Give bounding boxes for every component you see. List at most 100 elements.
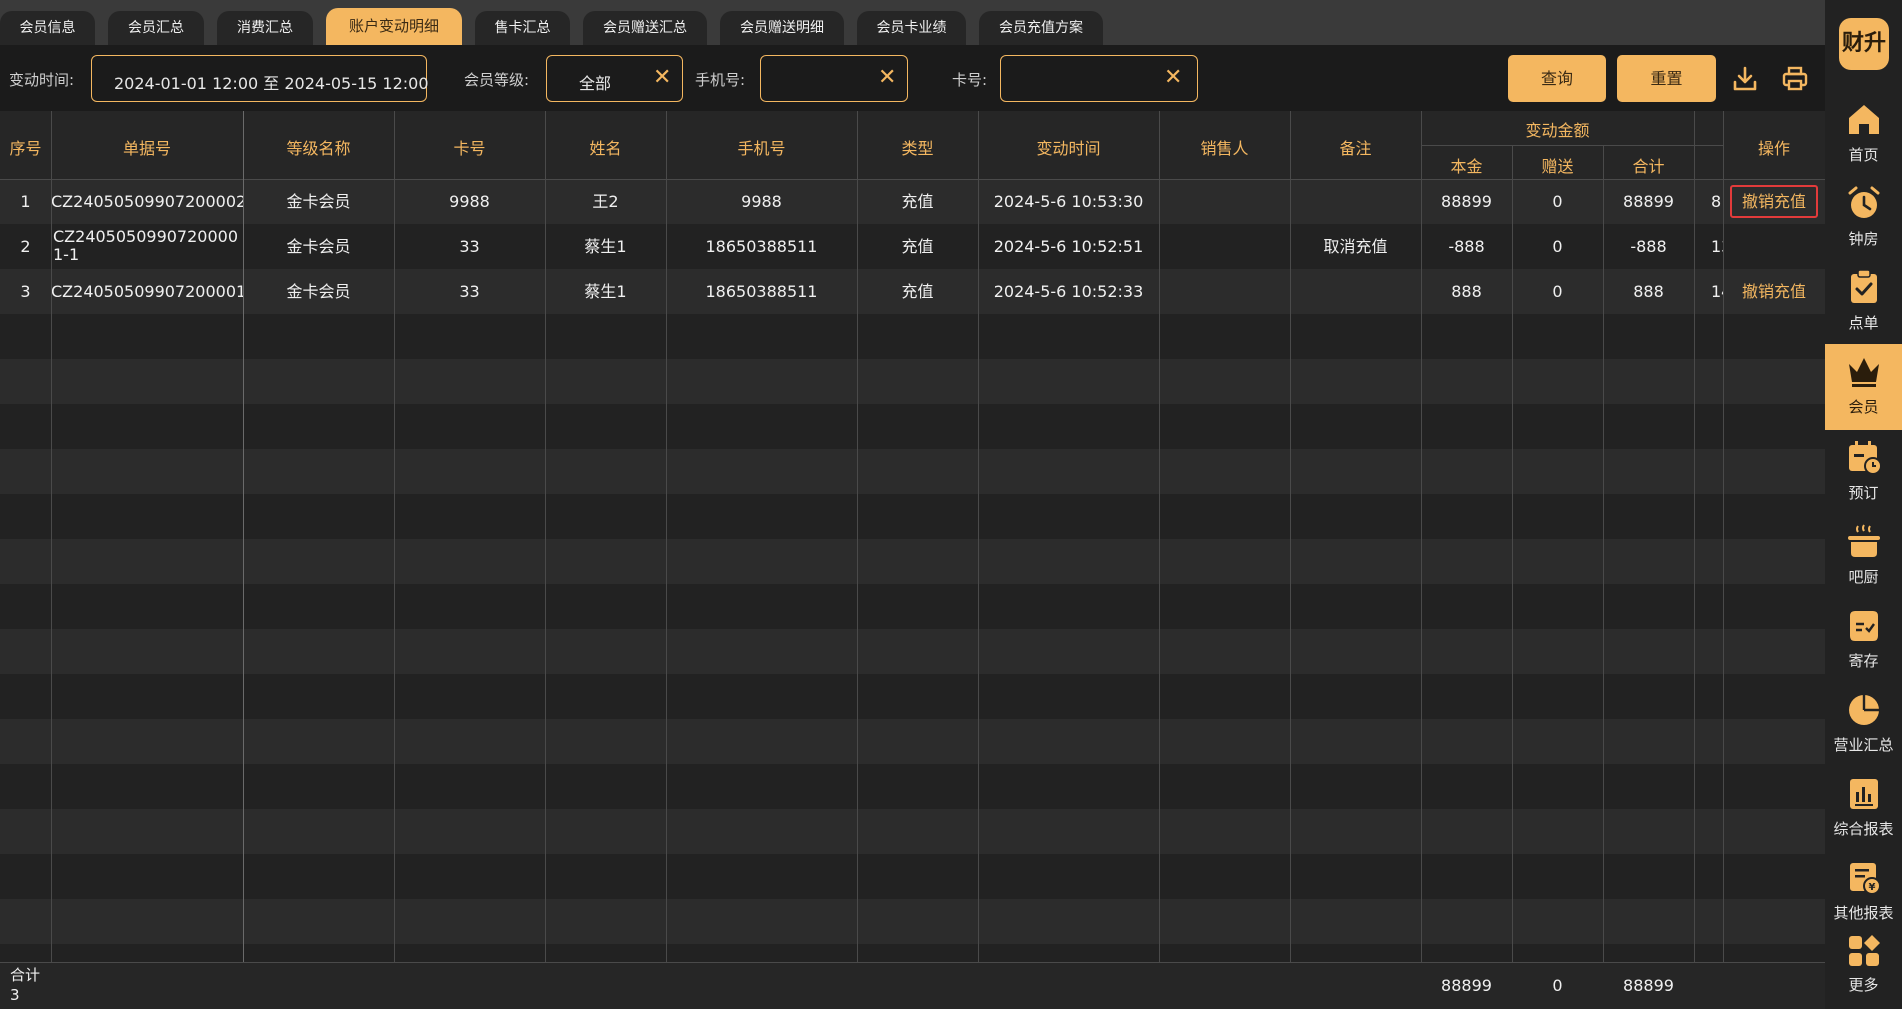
cell-type: 充值 xyxy=(901,192,934,211)
print-icon[interactable] xyxy=(1781,65,1809,93)
header-seq: 序号 xyxy=(9,139,42,158)
tab-gift-detail[interactable]: 会员赠送明细 xyxy=(720,11,844,45)
nav-bar-kitchen[interactable]: 吧厨 xyxy=(1825,514,1902,598)
nav-storage[interactable]: 寄存 xyxy=(1825,598,1902,682)
cell-seller xyxy=(1159,224,1290,269)
cell-type: 充值 xyxy=(901,237,934,256)
empty-row xyxy=(0,764,1825,809)
cell-time: 2024-5-6 10:52:33 xyxy=(993,282,1144,301)
nav-label: 钟房 xyxy=(1848,230,1879,248)
nav-label: 寄存 xyxy=(1848,652,1879,670)
clear-level-icon[interactable]: ✕ xyxy=(653,67,671,89)
cell-card: 33 xyxy=(459,237,480,256)
cell-truncated: 14 xyxy=(1711,282,1723,301)
calendar-clock-icon xyxy=(1849,441,1882,475)
tab-account-change-detail[interactable]: 账户变动明细 xyxy=(326,8,462,45)
phone-input[interactable]: ✕ xyxy=(760,55,908,102)
tab-card-sales-summary[interactable]: 售卡汇总 xyxy=(475,11,570,45)
col-divider xyxy=(978,111,979,1009)
cell-card: 9988 xyxy=(449,192,490,211)
tab-member-summary[interactable]: 会员汇总 xyxy=(108,11,204,45)
nav-reservation[interactable]: 预订 xyxy=(1825,430,1902,514)
cell-total: 88899 xyxy=(1623,192,1674,211)
query-button[interactable]: 查询 xyxy=(1508,55,1606,102)
cell-phone: 9988 xyxy=(741,192,782,211)
cell-remark: 取消充值 xyxy=(1323,237,1388,256)
footer-principal: 88899 xyxy=(1441,976,1492,995)
tab-consumption-summary[interactable]: 消费汇总 xyxy=(217,11,313,45)
col-divider xyxy=(1512,145,1513,1009)
col-divider xyxy=(1694,111,1695,1009)
nav-label: 综合报表 xyxy=(1833,820,1894,838)
cell-truncated: 8 xyxy=(1711,192,1722,211)
col-divider xyxy=(394,111,395,1009)
nav-label: 首页 xyxy=(1848,146,1879,164)
nav-other-reports[interactable]: ¥ 其他报表 xyxy=(1825,850,1902,934)
empty-row xyxy=(0,584,1825,629)
nav-home[interactable]: 首页 xyxy=(1825,92,1902,176)
tab-member-info[interactable]: 会员信息 xyxy=(0,11,95,45)
header-level: 等级名称 xyxy=(286,139,351,158)
nav-more[interactable]: 更多 xyxy=(1825,924,1902,1008)
cooking-pot-icon xyxy=(1848,524,1880,557)
col-divider xyxy=(1723,111,1724,1009)
col-divider xyxy=(243,111,244,1009)
revoke-recharge-button[interactable]: 撤销充值 xyxy=(1723,179,1825,224)
nav-clock-room[interactable]: 钟房 xyxy=(1825,176,1902,260)
cell-seq: 2 xyxy=(20,237,31,256)
reset-button[interactable]: 重置 xyxy=(1617,55,1716,102)
cell-gift: 0 xyxy=(1552,192,1563,211)
header-group-divider xyxy=(1421,145,1723,146)
download-icon[interactable] xyxy=(1731,65,1759,93)
header-card: 卡号 xyxy=(453,139,486,158)
table-row[interactable]: 1 CZ24050509907200002 金卡会员 9988 王2 9988 … xyxy=(0,179,1825,224)
cell-time: 2024-5-6 10:52:51 xyxy=(993,237,1144,256)
header-phone: 手机号 xyxy=(737,139,786,158)
empty-row xyxy=(0,719,1825,764)
card-input[interactable]: ✕ xyxy=(1000,55,1198,102)
cell-remark xyxy=(1290,269,1421,314)
crown-icon xyxy=(1849,358,1879,387)
nav-member[interactable]: 会员 xyxy=(1825,344,1902,430)
cell-operation xyxy=(1723,224,1825,269)
empty-row xyxy=(0,854,1825,899)
cell-order-no: CZ24050509907200001 xyxy=(51,282,243,301)
table-footer: 合计 3 88899 0 88899 xyxy=(0,962,1825,1009)
nav-business-summary[interactable]: 营业汇总 xyxy=(1825,682,1902,766)
card-label: 卡号: xyxy=(952,71,988,89)
cell-type: 充值 xyxy=(901,282,934,301)
empty-row xyxy=(0,314,1825,359)
nav-comprehensive-report[interactable]: 综合报表 xyxy=(1825,766,1902,850)
clear-card-icon[interactable]: ✕ xyxy=(1164,67,1182,89)
col-divider xyxy=(1159,111,1160,1009)
header-name: 姓名 xyxy=(589,139,622,158)
cell-name: 王2 xyxy=(592,192,619,211)
storage-bag-icon xyxy=(1850,611,1878,641)
level-select[interactable]: 全部 ✕ xyxy=(546,55,683,102)
empty-row xyxy=(0,809,1825,854)
clear-phone-icon[interactable]: ✕ xyxy=(878,67,896,89)
cell-time: 2024-5-6 10:53:30 xyxy=(993,192,1144,211)
table-row[interactable]: 2 CZ24050509907200001-1 金卡会员 33 蔡生1 1865… xyxy=(0,224,1825,269)
tab-card-performance[interactable]: 会员卡业绩 xyxy=(857,11,966,45)
cell-seq: 1 xyxy=(20,192,31,211)
cell-seller xyxy=(1159,179,1290,224)
footer-total-label: 合计 3 xyxy=(10,966,41,1004)
empty-row xyxy=(0,404,1825,449)
header-seller: 销售人 xyxy=(1200,139,1249,158)
col-divider xyxy=(1603,145,1604,1009)
table-row[interactable]: 3 CZ24050509907200001 金卡会员 33 蔡生1 186503… xyxy=(0,269,1825,314)
cell-order-no: CZ24050509907200002 xyxy=(51,192,243,211)
cell-remark xyxy=(1290,179,1421,224)
nav-order[interactable]: 点单 xyxy=(1825,260,1902,344)
nav-label: 吧厨 xyxy=(1848,568,1879,586)
time-range-field[interactable]: 2024-01-01 12:00 至 2024-05-15 12:00 xyxy=(91,55,429,102)
revoke-recharge-button[interactable]: 撤销充值 xyxy=(1723,269,1825,314)
grid-more-icon xyxy=(1849,935,1880,966)
alarm-clock-icon xyxy=(1848,186,1880,218)
cell-card: 33 xyxy=(459,282,480,301)
empty-row xyxy=(0,899,1825,944)
tab-recharge-plan[interactable]: 会员充值方案 xyxy=(979,11,1103,45)
tab-gift-summary[interactable]: 会员赠送汇总 xyxy=(583,11,707,45)
header-total: 合计 xyxy=(1632,157,1665,176)
